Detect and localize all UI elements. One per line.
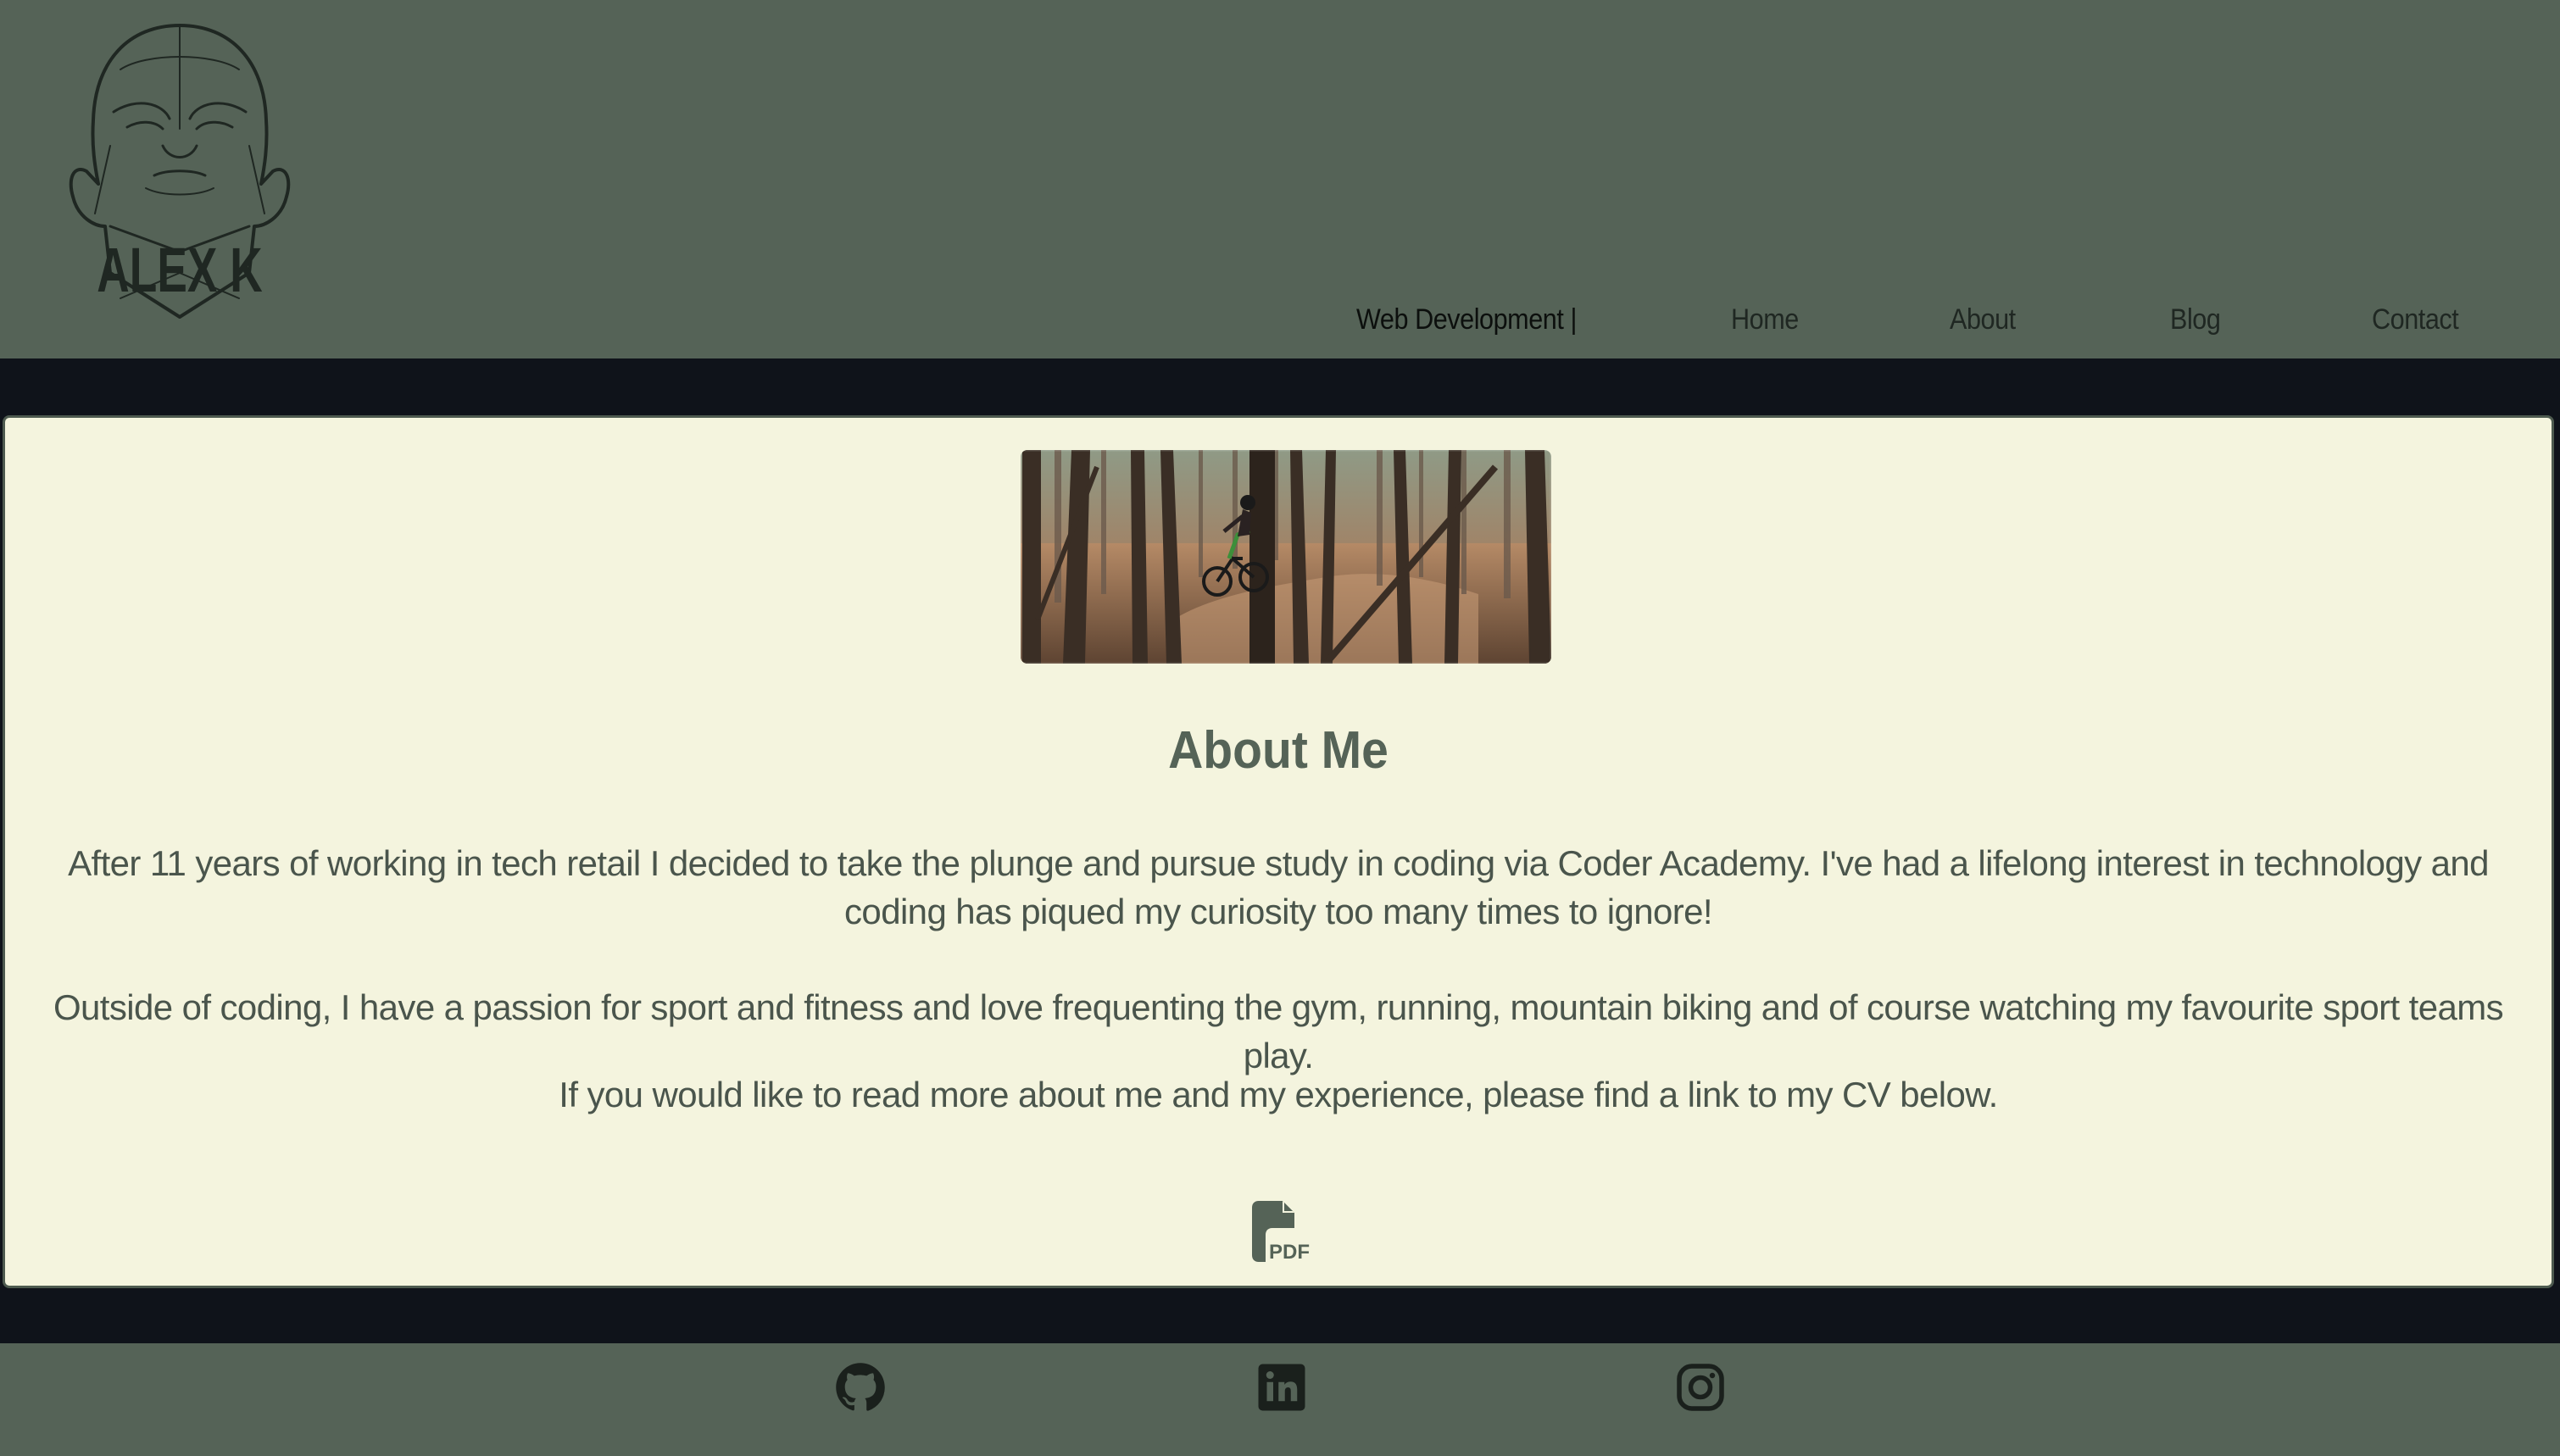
about-paragraph-3: If you would like to read more about me … (559, 1075, 1998, 1114)
github-icon (836, 1363, 885, 1411)
site-header: ALEX K Web Development | Home About Blog… (0, 0, 2560, 358)
nav-item-home[interactable]: Home (1731, 299, 1799, 340)
instagram-icon (1677, 1364, 1724, 1411)
mountain-bike-forest-photo (1021, 450, 1551, 664)
about-paragraph-1: After 11 years of working in tech retail… (68, 843, 2489, 931)
linkedin-icon (1258, 1364, 1305, 1411)
nav-brand[interactable]: Web Development | (1356, 299, 1577, 340)
about-paragraph-2: Outside of coding, I have a passion for … (53, 987, 2504, 1075)
linkedin-link[interactable] (1256, 1362, 1307, 1413)
alex-k-logo[interactable]: ALEX K (61, 19, 298, 324)
svg-text:PDF: PDF (1269, 1241, 1310, 1264)
nav-item-contact[interactable]: Contact (2372, 299, 2459, 340)
cv-pdf-download[interactable]: PDF (1250, 1199, 1311, 1264)
github-link[interactable] (835, 1362, 886, 1413)
about-card: About Me After 11 years of working in te… (3, 415, 2554, 1288)
pdf-file-icon: PDF (1252, 1201, 1310, 1264)
about-title: About Me (1168, 721, 1389, 780)
svg-text:ALEX K: ALEX K (97, 235, 262, 305)
instagram-link[interactable] (1675, 1362, 1726, 1413)
nav-item-about[interactable]: About (1950, 299, 2016, 340)
nav-item-blog[interactable]: Blog (2170, 299, 2221, 340)
site-footer (0, 1343, 2560, 1456)
main-nav: Web Development | Home About Blog Contac… (0, 299, 2560, 340)
